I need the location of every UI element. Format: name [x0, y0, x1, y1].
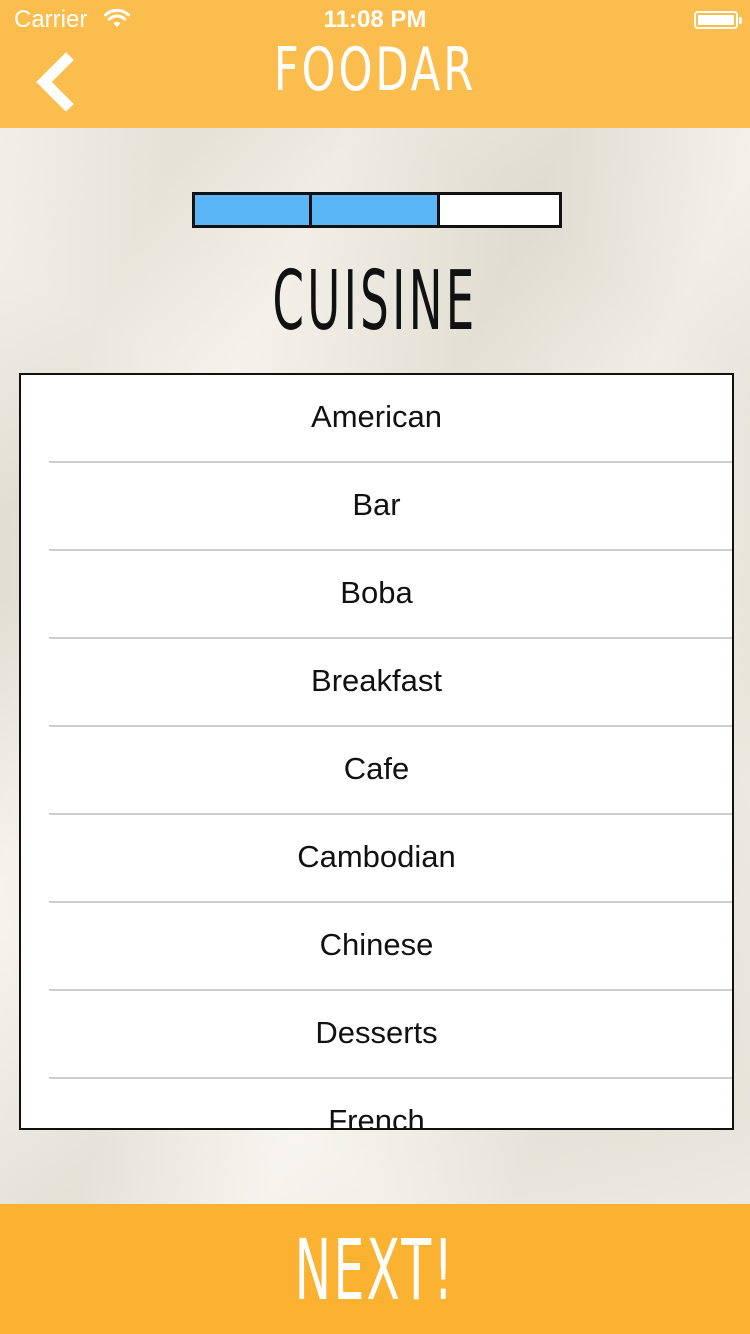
status-time: 11:08 PM [323, 6, 427, 33]
chevron-left-icon [36, 52, 74, 112]
cuisine-list[interactable]: American Bar Boba Breakfast Cafe Cambodi… [19, 373, 734, 1130]
cuisine-item[interactable]: American [21, 375, 732, 463]
cuisine-item[interactable]: Bar [21, 463, 732, 551]
next-button-label: NEXT! [294, 1221, 456, 1319]
cuisine-item[interactable]: French [21, 1079, 732, 1128]
app-title: FOODAR [273, 35, 477, 105]
section-title: CUISINE [272, 254, 478, 349]
next-button[interactable]: NEXT! [0, 1204, 750, 1334]
cuisine-item[interactable]: Cambodian [21, 815, 732, 903]
cuisine-item[interactable]: Breakfast [21, 639, 732, 727]
progress-step-2 [309, 195, 437, 225]
cuisine-item[interactable]: Chinese [21, 903, 732, 991]
battery-icon [694, 11, 742, 29]
progress-step-3 [437, 195, 559, 225]
cuisine-item[interactable]: Desserts [21, 991, 732, 1079]
cuisine-item[interactable]: Boba [21, 551, 732, 639]
back-button[interactable] [30, 52, 82, 112]
progress-step-1 [195, 195, 309, 225]
nav-header: Carrier 11:08 PM FOODAR [0, 0, 750, 128]
cuisine-item[interactable]: Cafe [21, 727, 732, 815]
step-progress-bar [192, 192, 562, 228]
